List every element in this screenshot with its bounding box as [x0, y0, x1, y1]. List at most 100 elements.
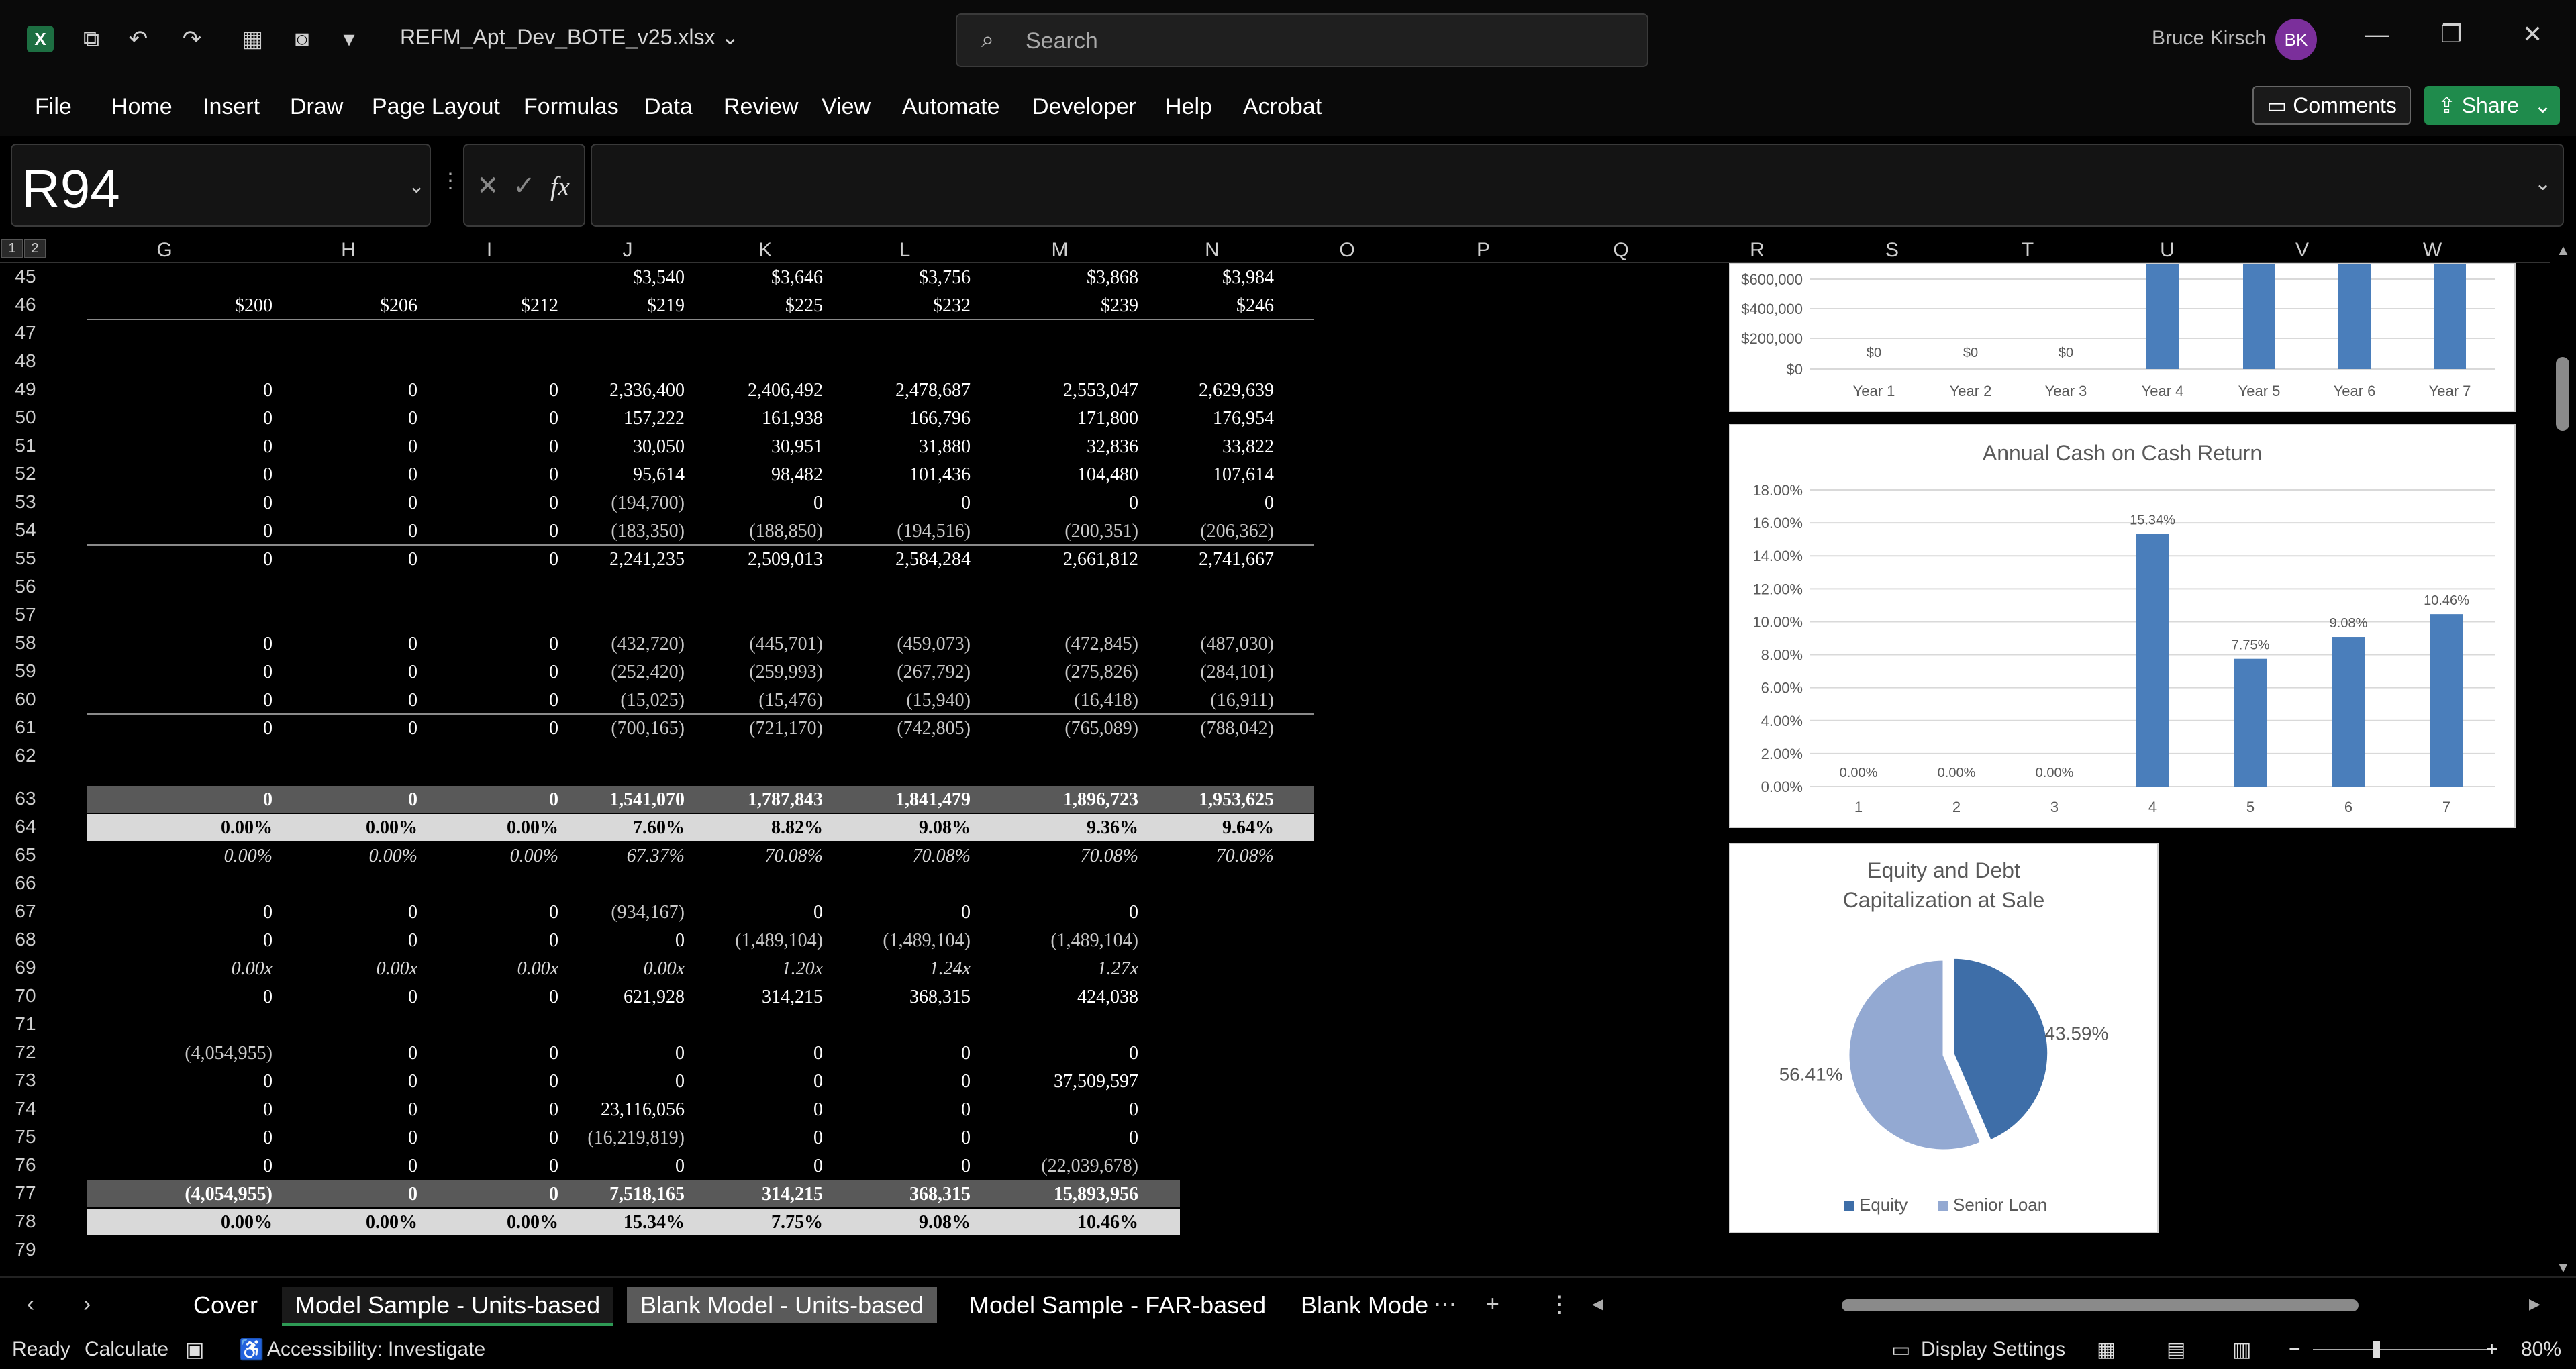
cell-j58[interactable]: (432,720) [611, 633, 685, 655]
cell-g46[interactable]: $200 [235, 295, 273, 317]
cell-m61[interactable]: (765,089) [1064, 718, 1138, 740]
cell-l63[interactable]: 1,841,479 [895, 789, 971, 811]
cell-g65[interactable]: 0.00% [224, 846, 273, 867]
cell-m50[interactable]: 171,800 [1077, 408, 1138, 429]
cell-j68[interactable]: 0 [675, 930, 685, 952]
cell-h63[interactable]: 0 [408, 789, 417, 811]
cell-l49[interactable]: 2,478,687 [895, 380, 971, 401]
row-header-74[interactable]: 74 [0, 1098, 51, 1119]
outline-level-2-button[interactable]: 2 [24, 239, 46, 258]
cell-j77[interactable]: 7,518,165 [609, 1184, 685, 1205]
autosave-icon[interactable]: ⧉ [78, 26, 105, 52]
column-header-i[interactable]: I [419, 239, 560, 262]
zoom-out-icon[interactable]: − [2289, 1338, 2301, 1361]
cell-m63[interactable]: 1,896,723 [1063, 789, 1138, 811]
cell-i73[interactable]: 0 [549, 1071, 558, 1093]
cell-l51[interactable]: 31,880 [919, 436, 971, 458]
sheet-tab-model-sample-units[interactable]: Model Sample - Units-based [282, 1287, 614, 1326]
chart-noi-by-year[interactable]: $600,000 $400,000 $200,000 $0 Year 1 Year 2 Ye… [1729, 263, 2516, 412]
cell-m64[interactable]: 9.36% [1087, 817, 1138, 839]
cell-l70[interactable]: 368,315 [909, 986, 971, 1008]
cell-g60[interactable]: 0 [263, 690, 273, 711]
cell-m52[interactable]: 104,480 [1077, 464, 1138, 486]
cell-g61[interactable]: 0 [263, 718, 273, 740]
cell-n60[interactable]: (16,911) [1210, 690, 1274, 711]
chart-capitalization-pie[interactable]: Equity and Debt Capitalization at Sale 43.… [1729, 843, 2159, 1233]
cell-n53[interactable]: 0 [1265, 493, 1274, 514]
cell-m77[interactable]: 15,893,956 [1054, 1184, 1138, 1205]
tab-view[interactable]: View [822, 94, 871, 120]
cell-k61[interactable]: (721,170) [749, 718, 823, 740]
chevron-down-icon[interactable]: ⌄ [408, 174, 425, 198]
row-header-77[interactable]: 77 [0, 1182, 51, 1204]
cell-k68[interactable]: (1,489,104) [735, 930, 823, 952]
cell-j64[interactable]: 7.60% [633, 817, 685, 839]
cell-h74[interactable]: 0 [408, 1099, 417, 1121]
cell-m72[interactable]: 0 [1129, 1043, 1138, 1064]
cell-l77[interactable]: 368,315 [909, 1184, 971, 1205]
cell-n64[interactable]: 9.64% [1222, 817, 1274, 839]
cell-l65[interactable]: 70.08% [913, 846, 971, 867]
column-header-n[interactable]: N [1145, 239, 1279, 262]
sheet-tab-blank-model-far[interactable]: Blank Mode [1287, 1287, 1442, 1323]
comments-button[interactable]: ▭ Comments [2252, 86, 2411, 125]
cell-h78[interactable]: 0.00% [366, 1212, 417, 1233]
cell-h68[interactable]: 0 [408, 930, 417, 952]
cell-i58[interactable]: 0 [549, 633, 558, 655]
column-header-g[interactable]: G [51, 239, 278, 262]
next-sheet-icon[interactable]: › [83, 1291, 91, 1317]
search-input[interactable] [1024, 27, 1618, 55]
cell-k65[interactable]: 70.08% [765, 846, 823, 867]
avatar[interactable]: BK [2275, 19, 2317, 60]
cell-k74[interactable]: 0 [813, 1099, 823, 1121]
cell-l74[interactable]: 0 [961, 1099, 971, 1121]
share-button[interactable]: ⇪ Share ⌄ [2424, 86, 2560, 125]
tab-insert[interactable]: Insert [203, 94, 260, 120]
cell-l76[interactable]: 0 [961, 1156, 971, 1177]
cell-k63[interactable]: 1,787,843 [748, 789, 823, 811]
cell-l68[interactable]: (1,489,104) [883, 930, 971, 952]
row-header-60[interactable]: 60 [0, 689, 51, 710]
cell-l46[interactable]: $232 [933, 295, 971, 317]
zoom-slider-handle[interactable] [2373, 1341, 2380, 1358]
cell-g64[interactable]: 0.00% [221, 817, 273, 839]
cell-m69[interactable]: 1.27x [1097, 958, 1138, 980]
cell-g53[interactable]: 0 [263, 493, 273, 514]
cell-j73[interactable]: 0 [675, 1071, 685, 1093]
cell-h59[interactable]: 0 [408, 662, 417, 683]
cell-j76[interactable]: 0 [675, 1156, 685, 1177]
cell-l53[interactable]: 0 [961, 493, 971, 514]
row-header-47[interactable]: 47 [0, 322, 51, 344]
cell-g75[interactable]: 0 [263, 1127, 273, 1149]
cell-k52[interactable]: 98,482 [771, 464, 823, 486]
tab-draw[interactable]: Draw [290, 94, 343, 120]
column-header-u[interactable]: U [2095, 239, 2239, 262]
cell-i64[interactable]: 0.00% [507, 817, 558, 839]
horizontal-scrollbar[interactable]: ◀ ▶ [1592, 1295, 2540, 1314]
row-header-52[interactable]: 52 [0, 463, 51, 485]
cell-n59[interactable]: (284,101) [1200, 662, 1274, 683]
cell-k73[interactable]: 0 [813, 1071, 823, 1093]
cell-j65[interactable]: 67.37% [627, 846, 685, 867]
zoom-in-icon[interactable]: + [2486, 1338, 2498, 1361]
column-header-w[interactable]: W [2365, 239, 2499, 262]
display-settings-button[interactable]: Display Settings [1921, 1338, 2065, 1361]
cell-g54[interactable]: 0 [263, 521, 273, 542]
cell-i68[interactable]: 0 [549, 930, 558, 952]
cell-g78[interactable]: 0.00% [221, 1212, 273, 1233]
cell-k59[interactable]: (259,993) [749, 662, 823, 683]
cell-k45[interactable]: $3,646 [771, 267, 823, 289]
camera-icon[interactable]: ◙ [289, 26, 315, 52]
cell-i59[interactable]: 0 [549, 662, 558, 683]
column-header-k[interactable]: K [695, 239, 835, 262]
cell-g68[interactable]: 0 [263, 930, 273, 952]
cell-i74[interactable]: 0 [549, 1099, 558, 1121]
cell-k75[interactable]: 0 [813, 1127, 823, 1149]
cell-j72[interactable]: 0 [675, 1043, 685, 1064]
cell-h76[interactable]: 0 [408, 1156, 417, 1177]
tab-acrobat[interactable]: Acrobat [1243, 94, 1322, 120]
calculate-button[interactable]: Calculate [85, 1338, 168, 1361]
row-header-63[interactable]: 63 [0, 788, 51, 809]
cell-n52[interactable]: 107,614 [1213, 464, 1274, 486]
cell-m58[interactable]: (472,845) [1064, 633, 1138, 655]
